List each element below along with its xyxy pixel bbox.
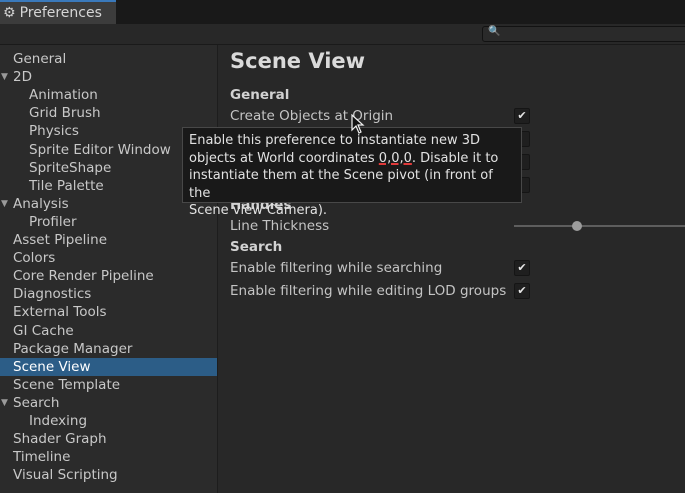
- checkmark-icon: ✔: [517, 284, 527, 297]
- expand-arrow-icon[interactable]: ▼: [1, 195, 8, 213]
- sidebar-item-package-manager[interactable]: Package Manager: [0, 340, 217, 358]
- create-objects-checkbox[interactable]: ✔: [514, 108, 530, 124]
- sidebar-item-visual-scripting[interactable]: Visual Scripting: [0, 466, 217, 484]
- sidebar-item-label: Package Manager: [13, 340, 133, 357]
- sidebar-item-label: Colors: [13, 250, 56, 267]
- title-bar: ⚙ Preferences: [0, 0, 685, 24]
- sidebar-item-label: Grid Brush: [29, 105, 101, 122]
- sidebar-item-label: Asset Pipeline: [13, 232, 108, 248]
- tooltip-line-4: Scene view Camera).: [189, 203, 328, 218]
- sidebar-item-scene-template[interactable]: Scene Template: [0, 376, 217, 394]
- page-title: Scene View: [230, 49, 366, 73]
- tooltip-line-1: Enable this preference to instantiate ne…: [189, 133, 481, 148]
- expand-arrow-icon[interactable]: ▼: [1, 68, 8, 86]
- sidebar-item-external-tools[interactable]: External Tools: [0, 303, 217, 321]
- search-input[interactable]: 🔍: [482, 26, 685, 42]
- tooltip-line-3: instantiate them at the Scene pivot (in …: [189, 168, 493, 201]
- create-objects-label: Create Objects at Origin: [230, 108, 394, 124]
- sidebar-item-label: 2D: [13, 69, 32, 86]
- tooltip-line-2-suffix: . Disable it to: [411, 150, 499, 166]
- sidebar-item-label: General: [13, 51, 67, 67]
- tooltip-highlight: 0,0,0: [378, 150, 412, 166]
- sidebar-item-label: Diagnostics: [13, 286, 92, 303]
- sidebar-item-label: Indexing: [29, 413, 88, 429]
- sidebar-item-label: Visual Scripting: [13, 467, 118, 484]
- filter-lod-label: Enable filtering while editing LOD group…: [230, 283, 507, 299]
- expand-arrow-icon[interactable]: ▼: [1, 394, 8, 412]
- sidebar-item-label: Scene View: [13, 358, 91, 375]
- sidebar-item-label: Tile Palette: [29, 177, 104, 194]
- sidebar-item-grid-brush[interactable]: Grid Brush: [0, 104, 217, 122]
- sidebar-item-label: Shader Graph: [13, 431, 107, 448]
- filter-searching-checkbox[interactable]: ✔: [514, 260, 530, 276]
- sidebar-item-gi-cache[interactable]: GI Cache: [0, 322, 217, 340]
- sidebar-item-shader-graph[interactable]: Shader Graph: [0, 430, 217, 448]
- sidebar-item-label: Physics: [29, 123, 79, 140]
- sidebar-item-label: Animation: [29, 87, 98, 104]
- main-panel: Scene View General Create Objects at Ori…: [218, 45, 685, 493]
- sidebar-item-label: Core Render Pipeline: [13, 268, 154, 285]
- sidebar-item-diagnostics[interactable]: Diagnostics: [0, 285, 217, 303]
- sidebar-item-profiler[interactable]: Profiler: [0, 213, 217, 231]
- sidebar-item-label: Timeline: [13, 449, 71, 466]
- gear-icon: ⚙: [3, 5, 16, 21]
- sidebar-item-label: GI Cache: [13, 322, 74, 339]
- sidebar-item-search[interactable]: ▼ Search: [0, 394, 217, 412]
- sidebar-item-label: External Tools: [13, 304, 107, 321]
- sidebar-item-timeline[interactable]: Timeline: [0, 448, 217, 466]
- sidebar-item-general[interactable]: General: [0, 50, 217, 68]
- section-search-header: Search: [230, 239, 283, 255]
- sidebar-item-asset-pipeline[interactable]: Asset Pipeline: [0, 231, 217, 249]
- filter-searching-label: Enable filtering while searching: [230, 260, 443, 276]
- sidebar-item-core-render-pipeline[interactable]: Core Render Pipeline: [0, 267, 217, 285]
- sidebar-item-label: SpriteShape: [29, 159, 112, 176]
- sidebar-item-2d[interactable]: ▼ 2D: [0, 68, 217, 86]
- checkmark-icon: ✔: [517, 261, 527, 274]
- line-thickness-slider-track[interactable]: [514, 225, 685, 227]
- tooltip-line-2: objects at World coordinates 0,0,0. Disa…: [189, 150, 515, 168]
- line-thickness-label: Line Thickness: [230, 218, 330, 234]
- mouse-cursor-icon: [351, 114, 365, 134]
- sidebar-item-label: Scene Template: [13, 376, 121, 393]
- tab-preferences[interactable]: ⚙ Preferences: [0, 0, 116, 24]
- sidebar: General ▼ 2D Animation Grid Brush Physics Spri…: [0, 45, 218, 493]
- section-general-header: General: [230, 87, 290, 103]
- sidebar-item-colors[interactable]: Colors: [0, 249, 217, 267]
- line-thickness-slider-handle[interactable]: [572, 221, 583, 231]
- sidebar-item-label: Analysis: [13, 195, 69, 212]
- checkmark-icon: ✔: [517, 109, 527, 122]
- sidebar-item-label: Sprite Editor Window: [29, 141, 171, 158]
- filter-lod-checkbox[interactable]: ✔: [514, 283, 530, 299]
- tab-title: Preferences: [19, 5, 102, 21]
- sidebar-item-animation[interactable]: Animation: [0, 86, 217, 104]
- tooltip: Enable this preference to instantiate ne…: [182, 127, 522, 218]
- search-icon: 🔍: [488, 26, 501, 37]
- sidebar-item-label: Profiler: [29, 213, 77, 230]
- sidebar-item-scene-view[interactable]: Scene View: [0, 357, 217, 376]
- sidebar-item-label: Search: [13, 394, 60, 411]
- sidebar-item-indexing[interactable]: Indexing: [0, 412, 217, 430]
- tooltip-line-2-prefix: objects at World coordinates: [189, 150, 379, 166]
